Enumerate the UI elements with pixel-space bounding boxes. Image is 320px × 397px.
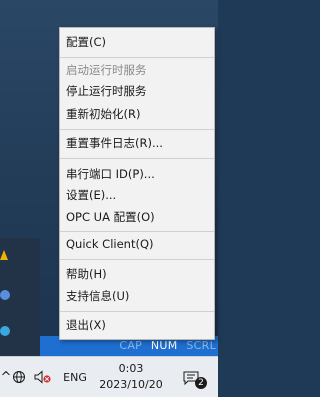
clock-time: 0:03 [118, 362, 144, 375]
caps-lock-indicator: CAP [119, 339, 143, 352]
menu-separator [60, 57, 214, 58]
notification-count-badge: 2 [195, 377, 207, 389]
notification-center-icon[interactable]: 2 [172, 357, 212, 397]
system-clock[interactable]: 0:03 2023/10/20 [92, 357, 170, 397]
menu-separator [60, 259, 214, 260]
num-lock-indicator: NUM [150, 339, 178, 352]
tray-overflow-strip [0, 238, 40, 356]
warning-icon[interactable] [0, 250, 8, 260]
tray-context-menu: 配置(C) 启动运行时服务 停止运行时服务 重新初始化(R) 重置事件日志(R)… [59, 27, 215, 340]
menu-item-start-runtime-service: 启动运行时服务 [66, 63, 147, 77]
app-tray-icon[interactable] [0, 326, 10, 336]
menu-item-serial-port-id[interactable]: 串行端口 ID(P)... [60, 164, 214, 184]
menu-item-reset-event-log[interactable]: 重置事件日志(R)... [60, 133, 214, 153]
menu-separator [60, 129, 214, 130]
menu-item-settings[interactable]: 设置(E)... [60, 185, 214, 205]
clock-date: 2023/10/20 [99, 378, 163, 391]
taskbar: ^ ENG 0:03 2023/10/20 2 [0, 356, 218, 397]
menu-item-exit[interactable]: 退出(X) [60, 315, 214, 335]
menu-separator [60, 158, 214, 159]
menu-item-quick-client[interactable]: Quick Client(Q) [60, 234, 214, 254]
menu-item-stop-runtime-service[interactable]: 停止运行时服务 [60, 81, 214, 101]
menu-item-configuration[interactable]: 配置(C) [60, 32, 214, 52]
menu-separator [60, 311, 214, 312]
menu-separator [60, 231, 214, 232]
menu-item-opc-ua-configuration[interactable]: OPC UA 配置(O) [60, 207, 214, 227]
menu-item-help[interactable]: 帮助(H) [60, 264, 214, 284]
scroll-lock-indicator: SCRL [186, 339, 216, 352]
globe-icon[interactable] [10, 357, 28, 397]
volume-muted-icon[interactable] [32, 357, 54, 397]
menu-item-support-information[interactable]: 支持信息(U) [60, 286, 214, 306]
menu-item-reinitialize[interactable]: 重新初始化(R) [60, 104, 214, 124]
input-language-indicator[interactable]: ENG [58, 357, 92, 397]
app-tray-icon[interactable] [0, 290, 10, 300]
volume-muted-icon-graphic [34, 370, 51, 384]
globe-icon-graphic [13, 371, 25, 383]
